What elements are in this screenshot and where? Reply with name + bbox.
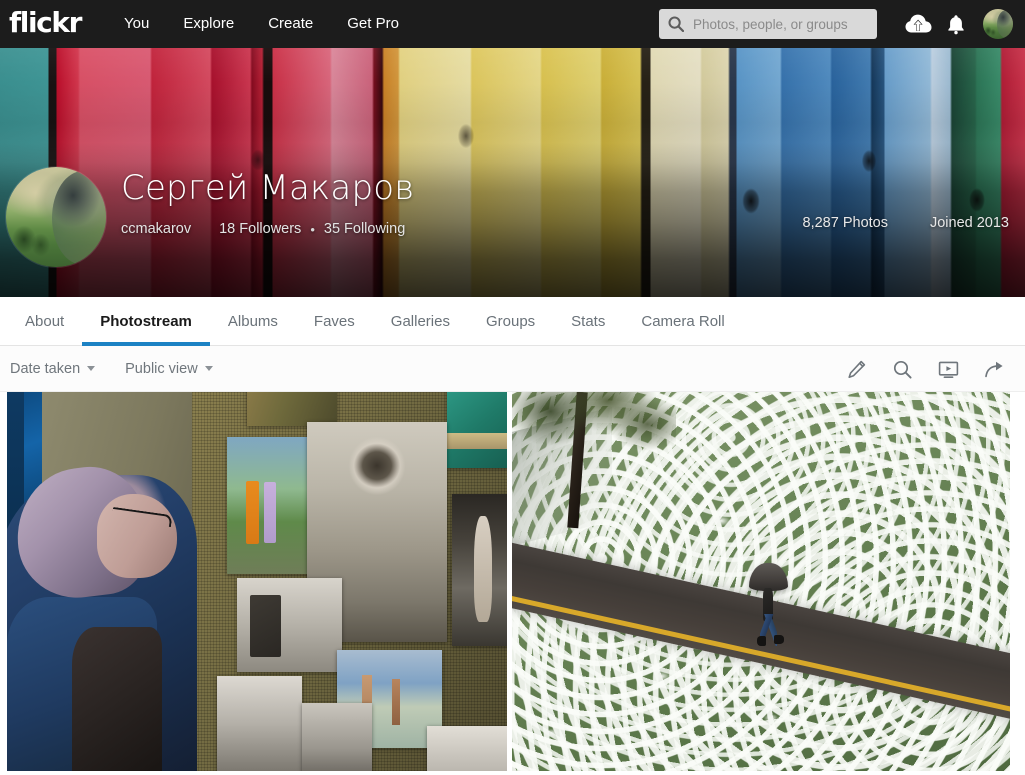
- photostream-toolbar: Date taken Public view: [0, 346, 1025, 392]
- search-bar[interactable]: [659, 9, 877, 39]
- user-avatar-image: [983, 9, 1013, 39]
- photo-stream-grid: [0, 392, 1025, 771]
- tab-faves[interactable]: Faves: [296, 297, 373, 345]
- nav-link-you[interactable]: You: [107, 0, 166, 48]
- profile-cover-photo[interactable]: Сергей Макаров ccmakarov 18 Followers • …: [0, 48, 1025, 297]
- topbar-right-group: [659, 0, 1025, 48]
- view-dropdown[interactable]: Public view: [125, 361, 213, 377]
- photo-2-walker: [748, 562, 789, 646]
- tab-groups[interactable]: Groups: [468, 297, 553, 345]
- profile-avatar-image: [6, 167, 106, 267]
- profile-followers-count[interactable]: 18 Followers: [219, 221, 301, 237]
- user-avatar[interactable]: [983, 9, 1013, 39]
- photo-thumbnail[interactable]: [512, 392, 1010, 771]
- edit-pencil-icon[interactable]: [833, 346, 879, 392]
- profile-username[interactable]: ccmakarov: [121, 221, 191, 237]
- profile-avatar[interactable]: [6, 167, 106, 267]
- photo-2-image: [512, 392, 1010, 771]
- photo-1-print: [227, 437, 312, 574]
- photo-1-viewer: [97, 494, 177, 578]
- sort-dropdown[interactable]: Date taken: [10, 360, 96, 377]
- tab-galleries[interactable]: Galleries: [373, 297, 468, 345]
- search-icon: [659, 16, 693, 32]
- tab-photostream[interactable]: Photostream: [82, 297, 210, 346]
- upload-cloud-icon[interactable]: [899, 0, 937, 48]
- photo-1-print: [217, 676, 302, 771]
- view-dropdown-label: Public view: [125, 360, 198, 377]
- photo-thumbnail[interactable]: [7, 392, 507, 771]
- photo-2-walker-shoe: [774, 635, 784, 645]
- photo-1-print: [247, 392, 337, 427]
- top-navigation-bar: flickr You Explore Create Get Pro: [0, 0, 1025, 48]
- nav-link-get-pro[interactable]: Get Pro: [330, 0, 416, 48]
- toolbar-action-group: [833, 346, 1017, 392]
- main-nav-links: You Explore Create Get Pro: [107, 0, 416, 48]
- flickr-logo[interactable]: flickr: [9, 8, 82, 40]
- tab-about[interactable]: About: [7, 297, 82, 345]
- sort-dropdown-label: Date taken: [10, 360, 81, 377]
- photo-1-viewer: [72, 626, 162, 771]
- profile-meta-row: ccmakarov 18 Followers • 35 Following: [121, 221, 414, 237]
- search-input[interactable]: [693, 16, 871, 32]
- photo-2-walker-shoe: [756, 635, 767, 646]
- nav-link-create[interactable]: Create: [251, 0, 330, 48]
- profile-following-count[interactable]: 35 Following: [324, 221, 405, 237]
- photo-1-print: [452, 494, 507, 646]
- profile-tab-bar: About Photostream Albums Faves Galleries…: [0, 297, 1025, 346]
- photo-2-tree: [512, 392, 677, 476]
- share-icon[interactable]: [971, 346, 1017, 392]
- photo-1-print: [447, 392, 507, 468]
- profile-photos-count: 8,287 Photos: [802, 215, 888, 231]
- profile-joined-year: Joined 2013: [929, 215, 1009, 231]
- profile-stats: 8,287 Photos Joined 2013: [803, 215, 1009, 231]
- photo-1-print: [302, 702, 372, 771]
- photo-1-print: [427, 725, 507, 771]
- nav-link-explore[interactable]: Explore: [166, 0, 251, 48]
- profile-display-name[interactable]: Сергей Макаров: [121, 167, 414, 209]
- photo-2-umbrella: [748, 562, 789, 591]
- photo-1-image: [7, 392, 507, 771]
- chevron-down-icon: [204, 366, 213, 371]
- tab-camera-roll[interactable]: Camera Roll: [623, 297, 742, 345]
- tab-stats[interactable]: Stats: [553, 297, 623, 345]
- photo-1-print: [237, 577, 342, 673]
- chevron-down-icon: [87, 366, 96, 371]
- search-icon[interactable]: [879, 346, 925, 392]
- meta-separator-dot: •: [310, 221, 315, 237]
- profile-header-block: Сергей Макаров ccmakarov 18 Followers • …: [0, 167, 1025, 297]
- notification-bell-icon[interactable]: [937, 0, 975, 48]
- slideshow-icon[interactable]: [925, 346, 971, 392]
- profile-identity: Сергей Макаров ccmakarov 18 Followers • …: [121, 167, 414, 237]
- tab-albums[interactable]: Albums: [210, 297, 296, 345]
